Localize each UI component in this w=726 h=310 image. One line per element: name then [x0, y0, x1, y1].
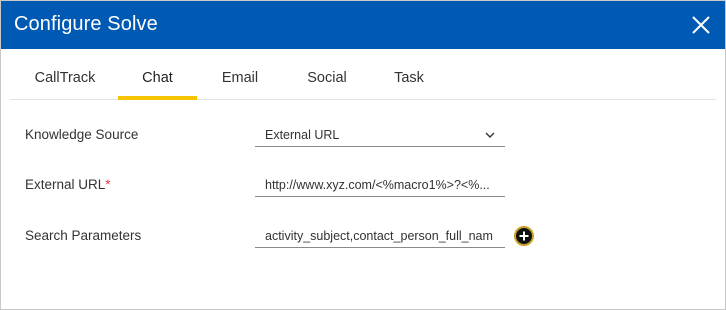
- plus-circle-icon: [519, 231, 529, 241]
- tab-social[interactable]: Social: [292, 49, 362, 99]
- search-parameters-label: Search Parameters: [25, 228, 142, 243]
- dialog-title: Configure Solve: [14, 13, 158, 35]
- search-parameters-value: activity_subject,contact_person_full_nam: [265, 229, 493, 243]
- close-icon: [692, 16, 710, 34]
- add-parameter-button[interactable]: [514, 226, 534, 246]
- knowledge-source-value: External URL: [265, 128, 340, 142]
- knowledge-source-label: Knowledge Source: [25, 127, 139, 142]
- search-parameters-input[interactable]: activity_subject,contact_person_full_nam: [255, 224, 505, 248]
- chevron-down-icon: [485, 132, 495, 138]
- configure-solve-dialog: Configure Solve CallTrack Chat Email Soc…: [0, 0, 726, 310]
- tab-task[interactable]: Task: [380, 49, 438, 99]
- tab-calltrack[interactable]: CallTrack: [24, 49, 106, 99]
- required-marker: *: [105, 177, 111, 192]
- external-url-label-text: External URL: [25, 177, 106, 192]
- dialog-titlebar: Configure Solve: [1, 1, 725, 49]
- tab-email[interactable]: Email: [209, 49, 271, 99]
- tab-chat[interactable]: Chat: [118, 49, 197, 100]
- external-url-value: http://www.xyz.com/<%macro1%>?<%...: [265, 178, 490, 192]
- close-button[interactable]: [689, 13, 713, 37]
- tab-bar: CallTrack Chat Email Social Task: [10, 49, 716, 100]
- knowledge-source-select[interactable]: External URL: [255, 123, 505, 147]
- external-url-input[interactable]: http://www.xyz.com/<%macro1%>?<%...: [255, 173, 505, 197]
- external-url-label: External URL*: [25, 177, 111, 192]
